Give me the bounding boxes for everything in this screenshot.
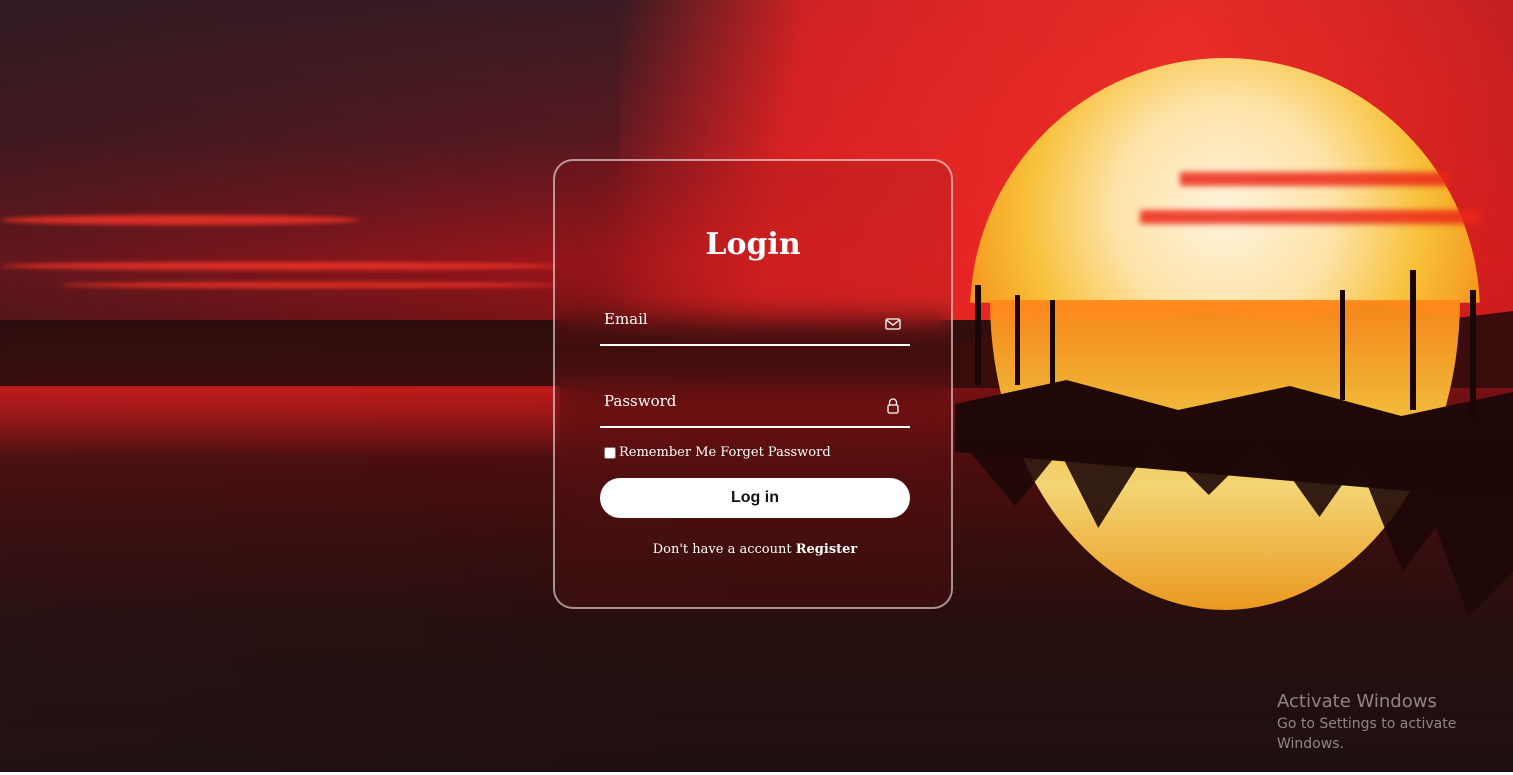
cloud-band xyxy=(1140,210,1480,224)
register-prompt: Don't have a account xyxy=(652,542,792,557)
cloud-band xyxy=(1180,172,1450,186)
cloud-streak xyxy=(60,282,560,288)
watermark-title: Activate Windows xyxy=(1277,691,1437,712)
palm-tree xyxy=(1050,300,1055,385)
lock-icon xyxy=(884,397,902,415)
login-button[interactable]: Log in xyxy=(600,478,910,518)
cloud-streak xyxy=(0,262,560,270)
email-input-box xyxy=(600,296,910,346)
login-title: Login xyxy=(705,227,801,262)
password-input-box xyxy=(600,378,910,428)
register-link[interactable]: Register xyxy=(796,542,858,557)
remember-me-checkbox[interactable] xyxy=(604,446,616,459)
palm-tree xyxy=(975,285,981,385)
remember-me-label[interactable]: Remember Me xyxy=(619,445,716,460)
register-row: Don't have a account Register xyxy=(555,542,955,557)
cloud-streak xyxy=(0,215,360,225)
activate-windows-watermark: Activate Windows Go to Settings to activ… xyxy=(1277,690,1513,754)
login-form: Login Remember Me Forget Password Log in… xyxy=(553,159,953,609)
forget-password-link[interactable]: Forget Password xyxy=(720,445,830,460)
password-input[interactable] xyxy=(600,386,874,416)
palm-tree xyxy=(1410,270,1416,410)
email-input[interactable] xyxy=(600,304,874,334)
watermark-subtitle: Go to Settings to activate Windows. xyxy=(1277,716,1457,752)
mail-icon xyxy=(884,315,902,333)
palm-tree xyxy=(1015,295,1020,385)
water-reflection xyxy=(0,386,560,456)
palm-tree xyxy=(1470,290,1476,420)
remember-row: Remember Me Forget Password xyxy=(604,445,831,460)
palm-tree xyxy=(1340,290,1345,400)
